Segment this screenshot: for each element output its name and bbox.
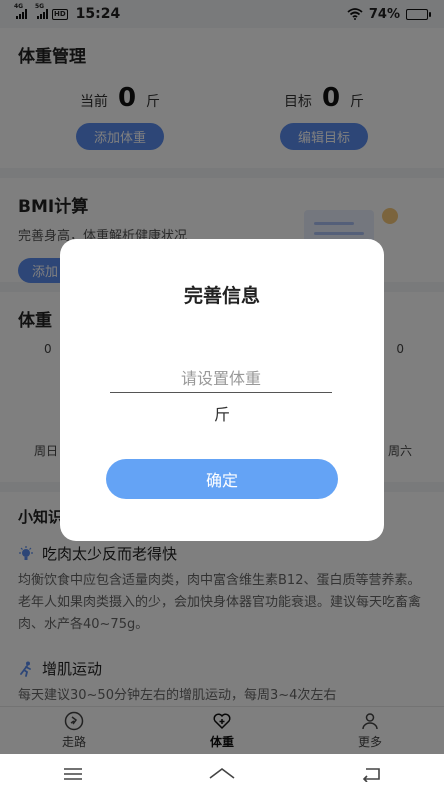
home-icon[interactable] xyxy=(207,766,237,782)
weight-input[interactable] xyxy=(110,365,332,393)
menu-icon[interactable] xyxy=(62,766,84,782)
system-nav-bar xyxy=(0,754,444,794)
dialog-title: 完善信息 xyxy=(183,285,260,307)
weight-unit: 斤 xyxy=(213,405,230,424)
back-icon[interactable] xyxy=(360,766,382,782)
confirm-button[interactable]: 确定 xyxy=(106,459,338,499)
info-dialog: 完善信息 斤 确定 xyxy=(60,239,384,541)
